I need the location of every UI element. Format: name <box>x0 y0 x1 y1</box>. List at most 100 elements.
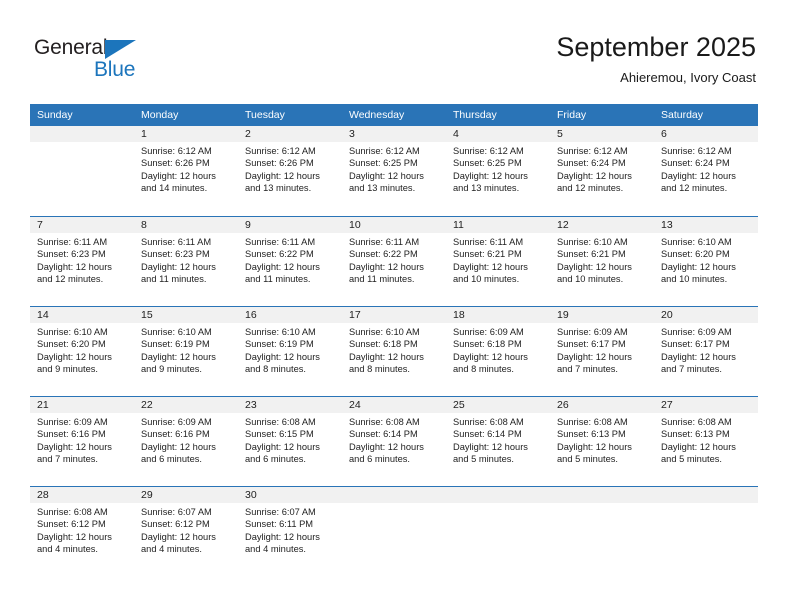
day-number: 18 <box>446 307 550 323</box>
sunrise-text: Sunrise: 6:12 AM <box>349 146 420 156</box>
day-number: 6 <box>654 126 758 142</box>
day-details: Sunrise: 6:12 AM Sunset: 6:26 PM Dayligh… <box>238 142 342 195</box>
day-number: 13 <box>654 217 758 233</box>
daylight-text-line2: and 8 minutes. <box>245 364 306 375</box>
sunset-text: Sunset: 6:20 PM <box>661 249 730 260</box>
sunset-text: Sunset: 6:14 PM <box>453 429 522 440</box>
day-cell[interactable]: 8 Sunrise: 6:11 AM Sunset: 6:23 PM Dayli… <box>134 217 238 306</box>
daylight-text-line2: and 10 minutes. <box>557 274 624 285</box>
daylight-text-line1: Daylight: 12 hours <box>245 531 320 542</box>
day-cell[interactable] <box>30 126 134 216</box>
day-cell[interactable] <box>342 487 446 574</box>
week-row: 7 Sunrise: 6:11 AM Sunset: 6:23 PM Dayli… <box>30 216 758 306</box>
daylight-text-line2: and 8 minutes. <box>349 364 410 375</box>
day-cell[interactable]: 1 Sunrise: 6:12 AM Sunset: 6:26 PM Dayli… <box>134 126 238 216</box>
day-details: Sunrise: 6:12 AM Sunset: 6:26 PM Dayligh… <box>134 142 238 195</box>
day-cell[interactable]: 19 Sunrise: 6:09 AM Sunset: 6:17 PM Dayl… <box>550 307 654 396</box>
day-number: 19 <box>550 307 654 323</box>
sunset-text: Sunset: 6:12 PM <box>37 519 106 530</box>
day-cell[interactable]: 15 Sunrise: 6:10 AM Sunset: 6:19 PM Dayl… <box>134 307 238 396</box>
sunset-text: Sunset: 6:25 PM <box>453 158 522 169</box>
sunset-text: Sunset: 6:16 PM <box>37 429 106 440</box>
day-details: Sunrise: 6:10 AM Sunset: 6:19 PM Dayligh… <box>134 323 238 376</box>
day-cell[interactable]: 13 Sunrise: 6:10 AM Sunset: 6:20 PM Dayl… <box>654 217 758 306</box>
day-number: 25 <box>446 397 550 413</box>
daylight-text-line1: Daylight: 12 hours <box>37 261 112 272</box>
daylight-text-line1: Daylight: 12 hours <box>245 170 320 181</box>
sunset-text: Sunset: 6:18 PM <box>349 339 418 350</box>
sunrise-text: Sunrise: 6:07 AM <box>141 507 212 517</box>
sunset-text: Sunset: 6:12 PM <box>141 519 210 530</box>
daylight-text-line2: and 4 minutes. <box>37 544 98 555</box>
day-cell[interactable]: 18 Sunrise: 6:09 AM Sunset: 6:18 PM Dayl… <box>446 307 550 396</box>
day-cell[interactable]: 12 Sunrise: 6:10 AM Sunset: 6:21 PM Dayl… <box>550 217 654 306</box>
day-cell[interactable]: 24 Sunrise: 6:08 AM Sunset: 6:14 PM Dayl… <box>342 397 446 486</box>
sunrise-text: Sunrise: 6:12 AM <box>453 146 524 156</box>
daylight-text-line2: and 11 minutes. <box>141 274 207 285</box>
day-cell[interactable] <box>654 487 758 574</box>
daylight-text-line2: and 12 minutes. <box>557 183 624 194</box>
day-cell[interactable]: 26 Sunrise: 6:08 AM Sunset: 6:13 PM Dayl… <box>550 397 654 486</box>
day-details: Sunrise: 6:08 AM Sunset: 6:13 PM Dayligh… <box>550 413 654 466</box>
day-cell[interactable]: 30 Sunrise: 6:07 AM Sunset: 6:11 PM Dayl… <box>238 487 342 574</box>
sunset-text: Sunset: 6:18 PM <box>453 339 522 350</box>
day-cell[interactable]: 21 Sunrise: 6:09 AM Sunset: 6:16 PM Dayl… <box>30 397 134 486</box>
day-cell[interactable]: 2 Sunrise: 6:12 AM Sunset: 6:26 PM Dayli… <box>238 126 342 216</box>
title-block: September 2025 Ahieremou, Ivory Coast <box>556 30 756 86</box>
day-cell[interactable] <box>550 487 654 574</box>
sunset-text: Sunset: 6:22 PM <box>245 249 314 260</box>
daylight-text-line2: and 8 minutes. <box>453 364 514 375</box>
day-details: Sunrise: 6:12 AM Sunset: 6:24 PM Dayligh… <box>654 142 758 195</box>
day-number: 11 <box>446 217 550 233</box>
day-cell[interactable]: 16 Sunrise: 6:10 AM Sunset: 6:19 PM Dayl… <box>238 307 342 396</box>
day-cell[interactable]: 28 Sunrise: 6:08 AM Sunset: 6:12 PM Dayl… <box>30 487 134 574</box>
day-cell[interactable]: 23 Sunrise: 6:08 AM Sunset: 6:15 PM Dayl… <box>238 397 342 486</box>
day-cell[interactable]: 29 Sunrise: 6:07 AM Sunset: 6:12 PM Dayl… <box>134 487 238 574</box>
day-details: Sunrise: 6:11 AM Sunset: 6:23 PM Dayligh… <box>134 233 238 286</box>
day-cell[interactable]: 14 Sunrise: 6:10 AM Sunset: 6:20 PM Dayl… <box>30 307 134 396</box>
daylight-text-line1: Daylight: 12 hours <box>245 261 320 272</box>
day-cell[interactable]: 7 Sunrise: 6:11 AM Sunset: 6:23 PM Dayli… <box>30 217 134 306</box>
sunrise-text: Sunrise: 6:08 AM <box>245 417 316 427</box>
sunset-text: Sunset: 6:24 PM <box>557 158 626 169</box>
daylight-text-line2: and 12 minutes. <box>661 183 728 194</box>
daylight-text-line1: Daylight: 12 hours <box>349 441 424 452</box>
day-number: 12 <box>550 217 654 233</box>
day-cell[interactable]: 3 Sunrise: 6:12 AM Sunset: 6:25 PM Dayli… <box>342 126 446 216</box>
day-details: Sunrise: 6:09 AM Sunset: 6:16 PM Dayligh… <box>30 413 134 466</box>
day-details: Sunrise: 6:12 AM Sunset: 6:25 PM Dayligh… <box>342 142 446 195</box>
daylight-text-line1: Daylight: 12 hours <box>453 351 528 362</box>
day-number: 1 <box>134 126 238 142</box>
day-number <box>446 487 550 503</box>
day-cell[interactable]: 22 Sunrise: 6:09 AM Sunset: 6:16 PM Dayl… <box>134 397 238 486</box>
day-details: Sunrise: 6:09 AM Sunset: 6:18 PM Dayligh… <box>446 323 550 376</box>
day-cell[interactable]: 4 Sunrise: 6:12 AM Sunset: 6:25 PM Dayli… <box>446 126 550 216</box>
general-blue-logo[interactable]: General Blue <box>34 36 144 84</box>
day-cell[interactable]: 20 Sunrise: 6:09 AM Sunset: 6:17 PM Dayl… <box>654 307 758 396</box>
daylight-text-line2: and 6 minutes. <box>245 454 306 465</box>
day-details: Sunrise: 6:08 AM Sunset: 6:12 PM Dayligh… <box>30 503 134 556</box>
day-cell[interactable]: 5 Sunrise: 6:12 AM Sunset: 6:24 PM Dayli… <box>550 126 654 216</box>
day-number: 16 <box>238 307 342 323</box>
day-cell[interactable]: 17 Sunrise: 6:10 AM Sunset: 6:18 PM Dayl… <box>342 307 446 396</box>
sunrise-text: Sunrise: 6:09 AM <box>453 327 524 337</box>
daylight-text-line2: and 13 minutes. <box>245 183 312 194</box>
week-row: 21 Sunrise: 6:09 AM Sunset: 6:16 PM Dayl… <box>30 396 758 486</box>
day-details: Sunrise: 6:09 AM Sunset: 6:17 PM Dayligh… <box>550 323 654 376</box>
calendar-grid: Sunday Monday Tuesday Wednesday Thursday… <box>30 104 758 574</box>
day-details: Sunrise: 6:08 AM Sunset: 6:14 PM Dayligh… <box>342 413 446 466</box>
day-cell[interactable]: 27 Sunrise: 6:08 AM Sunset: 6:13 PM Dayl… <box>654 397 758 486</box>
day-cell[interactable]: 9 Sunrise: 6:11 AM Sunset: 6:22 PM Dayli… <box>238 217 342 306</box>
daylight-text-line2: and 5 minutes. <box>557 454 618 465</box>
daylight-text-line1: Daylight: 12 hours <box>661 351 736 362</box>
day-number: 28 <box>30 487 134 503</box>
day-cell[interactable] <box>446 487 550 574</box>
week-row: 28 Sunrise: 6:08 AM Sunset: 6:12 PM Dayl… <box>30 486 758 574</box>
day-cell[interactable]: 10 Sunrise: 6:11 AM Sunset: 6:22 PM Dayl… <box>342 217 446 306</box>
daylight-text-line2: and 5 minutes. <box>661 454 722 465</box>
logo-text-blue: Blue <box>94 58 136 81</box>
day-cell[interactable]: 6 Sunrise: 6:12 AM Sunset: 6:24 PM Dayli… <box>654 126 758 216</box>
weekday-header-sunday: Sunday <box>37 109 73 121</box>
day-cell[interactable]: 11 Sunrise: 6:11 AM Sunset: 6:21 PM Dayl… <box>446 217 550 306</box>
day-cell[interactable]: 25 Sunrise: 6:08 AM Sunset: 6:14 PM Dayl… <box>446 397 550 486</box>
